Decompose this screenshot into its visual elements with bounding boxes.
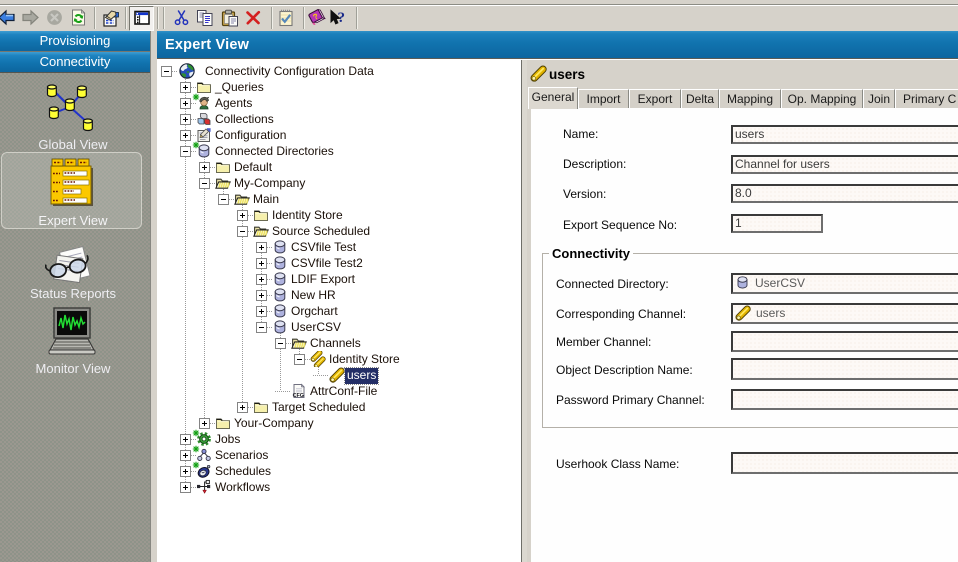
svg-text:?: ? [338, 10, 346, 26]
svg-text:CFG: CFG [293, 393, 304, 399]
